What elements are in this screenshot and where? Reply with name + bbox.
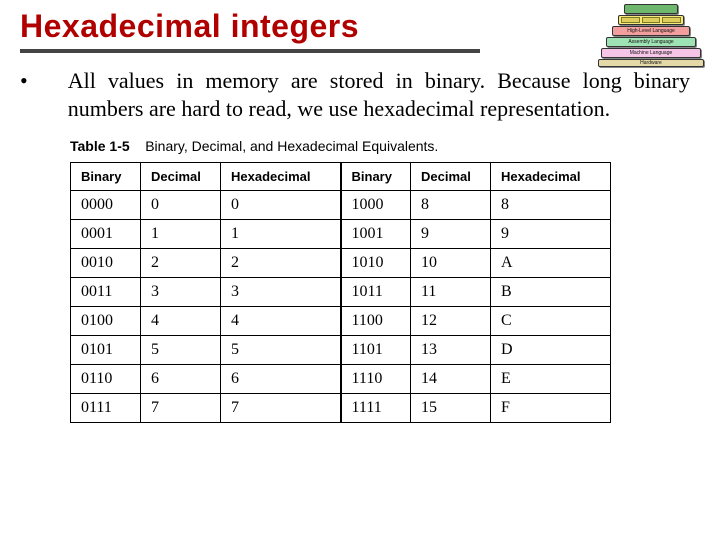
table-row: 010155110113D xyxy=(71,336,611,365)
cell-binary: 1101 xyxy=(341,336,411,365)
cell-hex: 9 xyxy=(491,220,611,249)
cell-decimal: 11 xyxy=(411,278,491,307)
table-row: 000111100199 xyxy=(71,220,611,249)
cell-decimal: 15 xyxy=(411,394,491,423)
equivalents-table: Binary Decimal Hexadecimal Binary Decima… xyxy=(70,162,611,423)
cell-binary: 1010 xyxy=(341,249,411,278)
cell-binary: 1100 xyxy=(341,307,411,336)
table-row: 010044110012C xyxy=(71,307,611,336)
cell-decimal: 7 xyxy=(141,394,221,423)
cell-hex: 1 xyxy=(221,220,341,249)
pyramid-layer-5: Machine Language xyxy=(601,48,701,58)
col-binary-2: Binary xyxy=(341,163,411,191)
cell-hex: A xyxy=(491,249,611,278)
cell-binary: 1001 xyxy=(341,220,411,249)
body-text: All values in memory are stored in binar… xyxy=(68,67,690,122)
abstraction-pyramid-icon: High-Level Language Assembly Language Ma… xyxy=(598,4,704,68)
table-row: 000000100088 xyxy=(71,191,611,220)
cell-hex: 8 xyxy=(491,191,611,220)
cell-binary: 0101 xyxy=(71,336,141,365)
col-hex-2: Hexadecimal xyxy=(491,163,611,191)
cell-decimal: 9 xyxy=(411,220,491,249)
cell-binary: 0010 xyxy=(71,249,141,278)
cell-binary: 0011 xyxy=(71,278,141,307)
cell-decimal: 12 xyxy=(411,307,491,336)
cell-decimal: 10 xyxy=(411,249,491,278)
cell-binary: 1110 xyxy=(341,365,411,394)
cell-binary: 0111 xyxy=(71,394,141,423)
cell-hex: C xyxy=(491,307,611,336)
table-header-row: Binary Decimal Hexadecimal Binary Decima… xyxy=(71,163,611,191)
pyramid-layer-3: High-Level Language xyxy=(612,26,690,36)
cell-decimal: 14 xyxy=(411,365,491,394)
cell-hex: 4 xyxy=(221,307,341,336)
bullet-marker: • xyxy=(20,67,28,95)
cell-binary: 1011 xyxy=(341,278,411,307)
table-caption: Table 1-5 Binary, Decimal, and Hexadecim… xyxy=(70,138,700,154)
cell-decimal: 6 xyxy=(141,365,221,394)
cell-hex: 2 xyxy=(221,249,341,278)
table-row: 001022101010A xyxy=(71,249,611,278)
title-underline xyxy=(20,49,480,53)
cell-hex: B xyxy=(491,278,611,307)
cell-binary: 0001 xyxy=(71,220,141,249)
cell-hex: 7 xyxy=(221,394,341,423)
table-row: 011177111115F xyxy=(71,394,611,423)
cell-binary: 1111 xyxy=(341,394,411,423)
cell-hex: F xyxy=(491,394,611,423)
cell-hex: 6 xyxy=(221,365,341,394)
cell-hex: E xyxy=(491,365,611,394)
cell-hex: 5 xyxy=(221,336,341,365)
cell-hex: 0 xyxy=(221,191,341,220)
col-binary-1: Binary xyxy=(71,163,141,191)
cell-decimal: 2 xyxy=(141,249,221,278)
caption-label: Table 1-5 xyxy=(70,138,130,154)
cell-decimal: 4 xyxy=(141,307,221,336)
cell-binary: 0100 xyxy=(71,307,141,336)
cell-decimal: 5 xyxy=(141,336,221,365)
bullet-item: • All values in memory are stored in bin… xyxy=(20,67,700,138)
col-decimal-2: Decimal xyxy=(411,163,491,191)
cell-decimal: 1 xyxy=(141,220,221,249)
table-container: Table 1-5 Binary, Decimal, and Hexadecim… xyxy=(70,138,700,423)
cell-binary: 0000 xyxy=(71,191,141,220)
table-row: 011066111014E xyxy=(71,365,611,394)
cell-hex: D xyxy=(491,336,611,365)
cell-decimal: 13 xyxy=(411,336,491,365)
pyramid-layer-4: Assembly Language xyxy=(606,37,696,47)
pyramid-layer-2 xyxy=(618,15,684,25)
cell-decimal: 0 xyxy=(141,191,221,220)
cell-binary: 0110 xyxy=(71,365,141,394)
pyramid-layer-1 xyxy=(624,4,678,14)
table-row: 001133101111B xyxy=(71,278,611,307)
cell-decimal: 3 xyxy=(141,278,221,307)
cell-binary: 1000 xyxy=(341,191,411,220)
table-body: 000000100088000111100199001022101010A001… xyxy=(71,191,611,423)
col-hex-1: Hexadecimal xyxy=(221,163,341,191)
pyramid-layer-6: Hardware xyxy=(598,59,704,67)
slide: High-Level Language Assembly Language Ma… xyxy=(0,0,720,540)
caption-text: Binary, Decimal, and Hexadecimal Equival… xyxy=(145,138,438,154)
cell-hex: 3 xyxy=(221,278,341,307)
col-decimal-1: Decimal xyxy=(141,163,221,191)
cell-decimal: 8 xyxy=(411,191,491,220)
